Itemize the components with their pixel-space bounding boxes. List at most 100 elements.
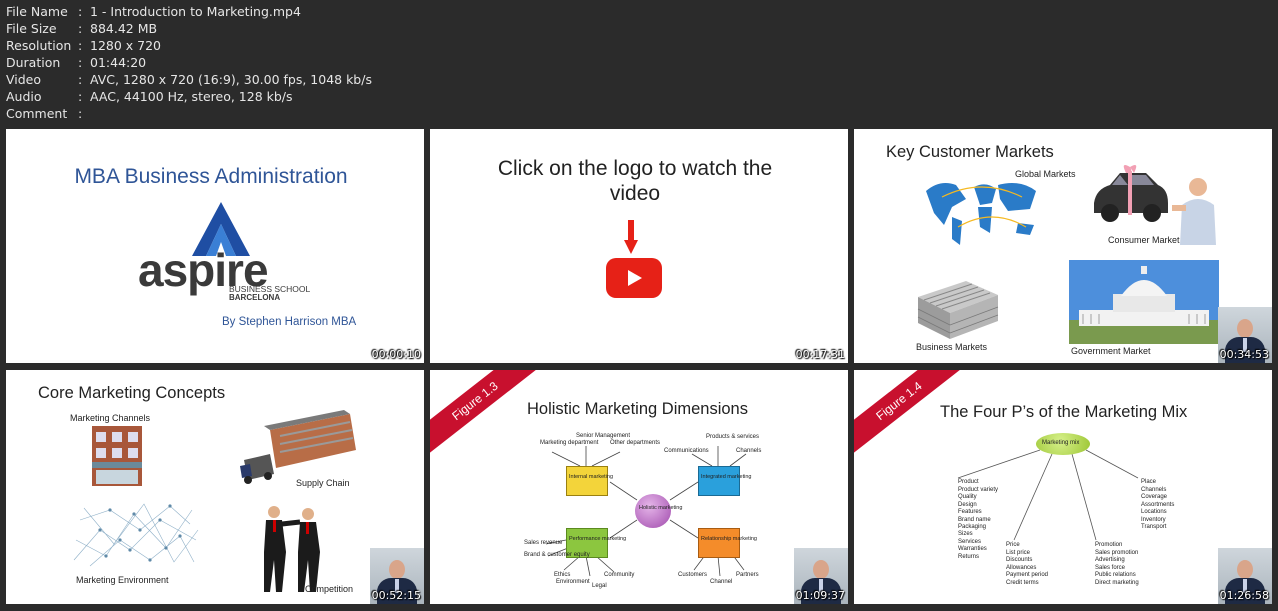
info-separator: : bbox=[78, 21, 83, 36]
list-item: Sales promotion bbox=[1095, 550, 1139, 556]
label-marketing-environment: Marketing Environment bbox=[76, 575, 169, 585]
info-row: Comment: bbox=[6, 105, 372, 122]
info-row: Audio: AAC, 44100 Hz, stereo, 128 kb/s bbox=[6, 88, 372, 105]
label-legal: Legal bbox=[592, 583, 607, 589]
info-separator: : bbox=[78, 106, 83, 121]
byline: By Stephen Harrison MBA bbox=[222, 316, 357, 328]
thumbnail-5[interactable]: Figure 1.3 Holistic Marketing Dimensions… bbox=[430, 370, 848, 604]
list-promotion: Sales promotion Advertising Sales force … bbox=[1095, 550, 1139, 587]
thumbnail-2[interactable]: Click on the logo to watch the video 00:… bbox=[430, 129, 848, 363]
info-value: AAC, 44100 Hz, stereo, 128 kb/s bbox=[90, 89, 293, 104]
list-item: Direct marketing bbox=[1095, 579, 1139, 586]
world-map-icon bbox=[926, 183, 1036, 245]
label-consumer-market: Consumer Market bbox=[1108, 235, 1180, 245]
list-item: Allowances bbox=[1006, 564, 1037, 571]
slide-title: MBA Business Administration bbox=[74, 165, 348, 188]
list-item: Sizes bbox=[958, 531, 973, 538]
label-brand-equity: Brand & customer equity bbox=[524, 552, 590, 558]
info-separator: : bbox=[78, 4, 83, 19]
head-product: Product bbox=[958, 479, 979, 485]
list-product: Product variety Quality Design Features … bbox=[958, 487, 998, 561]
thumbnail-6[interactable]: Figure 1.4 The Four P’s of the Marketing… bbox=[854, 370, 1272, 604]
metal-bars-icon bbox=[917, 281, 999, 339]
info-value: 1280 x 720 bbox=[90, 38, 162, 53]
label-channel: Channel bbox=[710, 579, 733, 585]
label-products-services: Products & services bbox=[706, 434, 760, 440]
label-communications: Communications bbox=[664, 448, 709, 454]
label-holistic-marketing: Holistic marketing bbox=[639, 505, 683, 511]
timestamp: 00:52:15 bbox=[371, 589, 421, 602]
info-value: AVC, 1280 x 720 (16:9), 30.00 fps, 1048 … bbox=[90, 72, 372, 87]
list-item: Returns bbox=[958, 553, 980, 560]
youtube-play-icon[interactable] bbox=[606, 258, 662, 298]
label-channels: Channels bbox=[736, 448, 762, 454]
info-value: 884.42 MB bbox=[90, 21, 158, 36]
thumbnail-1[interactable]: MBA Business Administration aspire BUSIN… bbox=[6, 129, 424, 363]
list-item: Locations bbox=[1141, 509, 1167, 516]
label-sales-revenue: Sales revenue bbox=[524, 540, 563, 546]
list-item: Brand name bbox=[958, 516, 991, 523]
label-competition: Competition bbox=[305, 584, 354, 594]
info-separator: : bbox=[78, 55, 83, 70]
list-item: Transport bbox=[1141, 524, 1167, 531]
boxers-icon bbox=[264, 506, 320, 592]
label-integrated-marketing: Integrated marketing bbox=[701, 474, 752, 480]
storefront-icon bbox=[92, 426, 142, 486]
capitol-building-icon bbox=[1069, 260, 1219, 344]
label-supply-chain: Supply Chain bbox=[296, 478, 350, 488]
list-item: Design bbox=[958, 501, 977, 508]
list-item: Sales force bbox=[1095, 564, 1126, 571]
info-separator: : bbox=[78, 89, 83, 104]
list-item: Coverage bbox=[1141, 494, 1168, 501]
timestamp: 00:34:53 bbox=[1219, 348, 1269, 361]
list-item: Inventory bbox=[1141, 516, 1166, 523]
label-marketing-mix: Marketing mix bbox=[1042, 440, 1080, 446]
head-place: Place bbox=[1141, 479, 1157, 485]
thumbnail-3[interactable]: Key Customer Markets Global Markets Cons… bbox=[854, 129, 1272, 363]
label-marketing-department: Marketing department bbox=[540, 440, 599, 446]
thumbnail-4[interactable]: Core Marketing Concepts Marketing Channe… bbox=[6, 370, 424, 604]
list-item: Credit terms bbox=[1006, 579, 1039, 586]
slide-line1: Click on the logo to watch the bbox=[497, 157, 773, 180]
list-item: Advertising bbox=[1095, 557, 1125, 564]
head-price: Price bbox=[1006, 542, 1020, 548]
list-item: Features bbox=[958, 509, 982, 516]
label-customers: Customers bbox=[678, 572, 708, 578]
list-price: List price Discounts Allowances Payment … bbox=[1006, 550, 1048, 587]
info-row: Resolution:1280 x 720 bbox=[6, 37, 372, 54]
car-icon bbox=[1094, 165, 1168, 222]
info-key: Audio bbox=[6, 89, 42, 104]
list-item: Services bbox=[958, 538, 982, 545]
slide-line2: video bbox=[609, 182, 661, 205]
info-value: 01:44:20 bbox=[90, 55, 147, 70]
list-item: Payment period bbox=[1006, 572, 1049, 579]
info-row: Video: AVC, 1280 x 720 (16:9), 30.00 fps,… bbox=[6, 71, 372, 88]
list-item: Packaging bbox=[958, 524, 987, 531]
head-promotion: Promotion bbox=[1095, 542, 1123, 548]
label-government-market: Government Market bbox=[1071, 346, 1151, 356]
list-item: Warranties bbox=[958, 546, 987, 553]
holistic-diagram-lines bbox=[545, 446, 747, 577]
timestamp: 01:09:37 bbox=[795, 589, 845, 602]
network-icon bbox=[73, 503, 199, 567]
info-key: Resolution bbox=[6, 38, 72, 53]
timestamp: 00:00:10 bbox=[371, 348, 421, 361]
list-item: Assortments bbox=[1141, 501, 1175, 508]
label-internal-marketing: Internal marketing bbox=[569, 474, 614, 480]
list-item: Public relations bbox=[1095, 572, 1136, 579]
timestamp: 01:26:58 bbox=[1219, 589, 1269, 602]
info-key: Duration bbox=[6, 55, 61, 70]
label-business-markets: Business Markets bbox=[916, 342, 988, 352]
logo-line2: BARCELONA bbox=[229, 293, 281, 302]
label-marketing-channels: Marketing Channels bbox=[70, 413, 151, 423]
info-row: File Name:1 - Introduction to Marketing.… bbox=[6, 3, 372, 20]
marketing-mix-lines bbox=[957, 449, 1139, 541]
info-key: File Size bbox=[6, 21, 57, 36]
slide-title: Key Customer Markets bbox=[886, 143, 1054, 161]
arrow-down-icon bbox=[624, 220, 638, 254]
info-key: Comment bbox=[6, 106, 68, 121]
info-value: 1 - Introduction to Marketing.mp4 bbox=[90, 4, 301, 19]
label-community: Community bbox=[604, 572, 635, 578]
label-global-markets: Global Markets bbox=[1015, 169, 1076, 179]
info-separator: : bbox=[78, 38, 83, 53]
